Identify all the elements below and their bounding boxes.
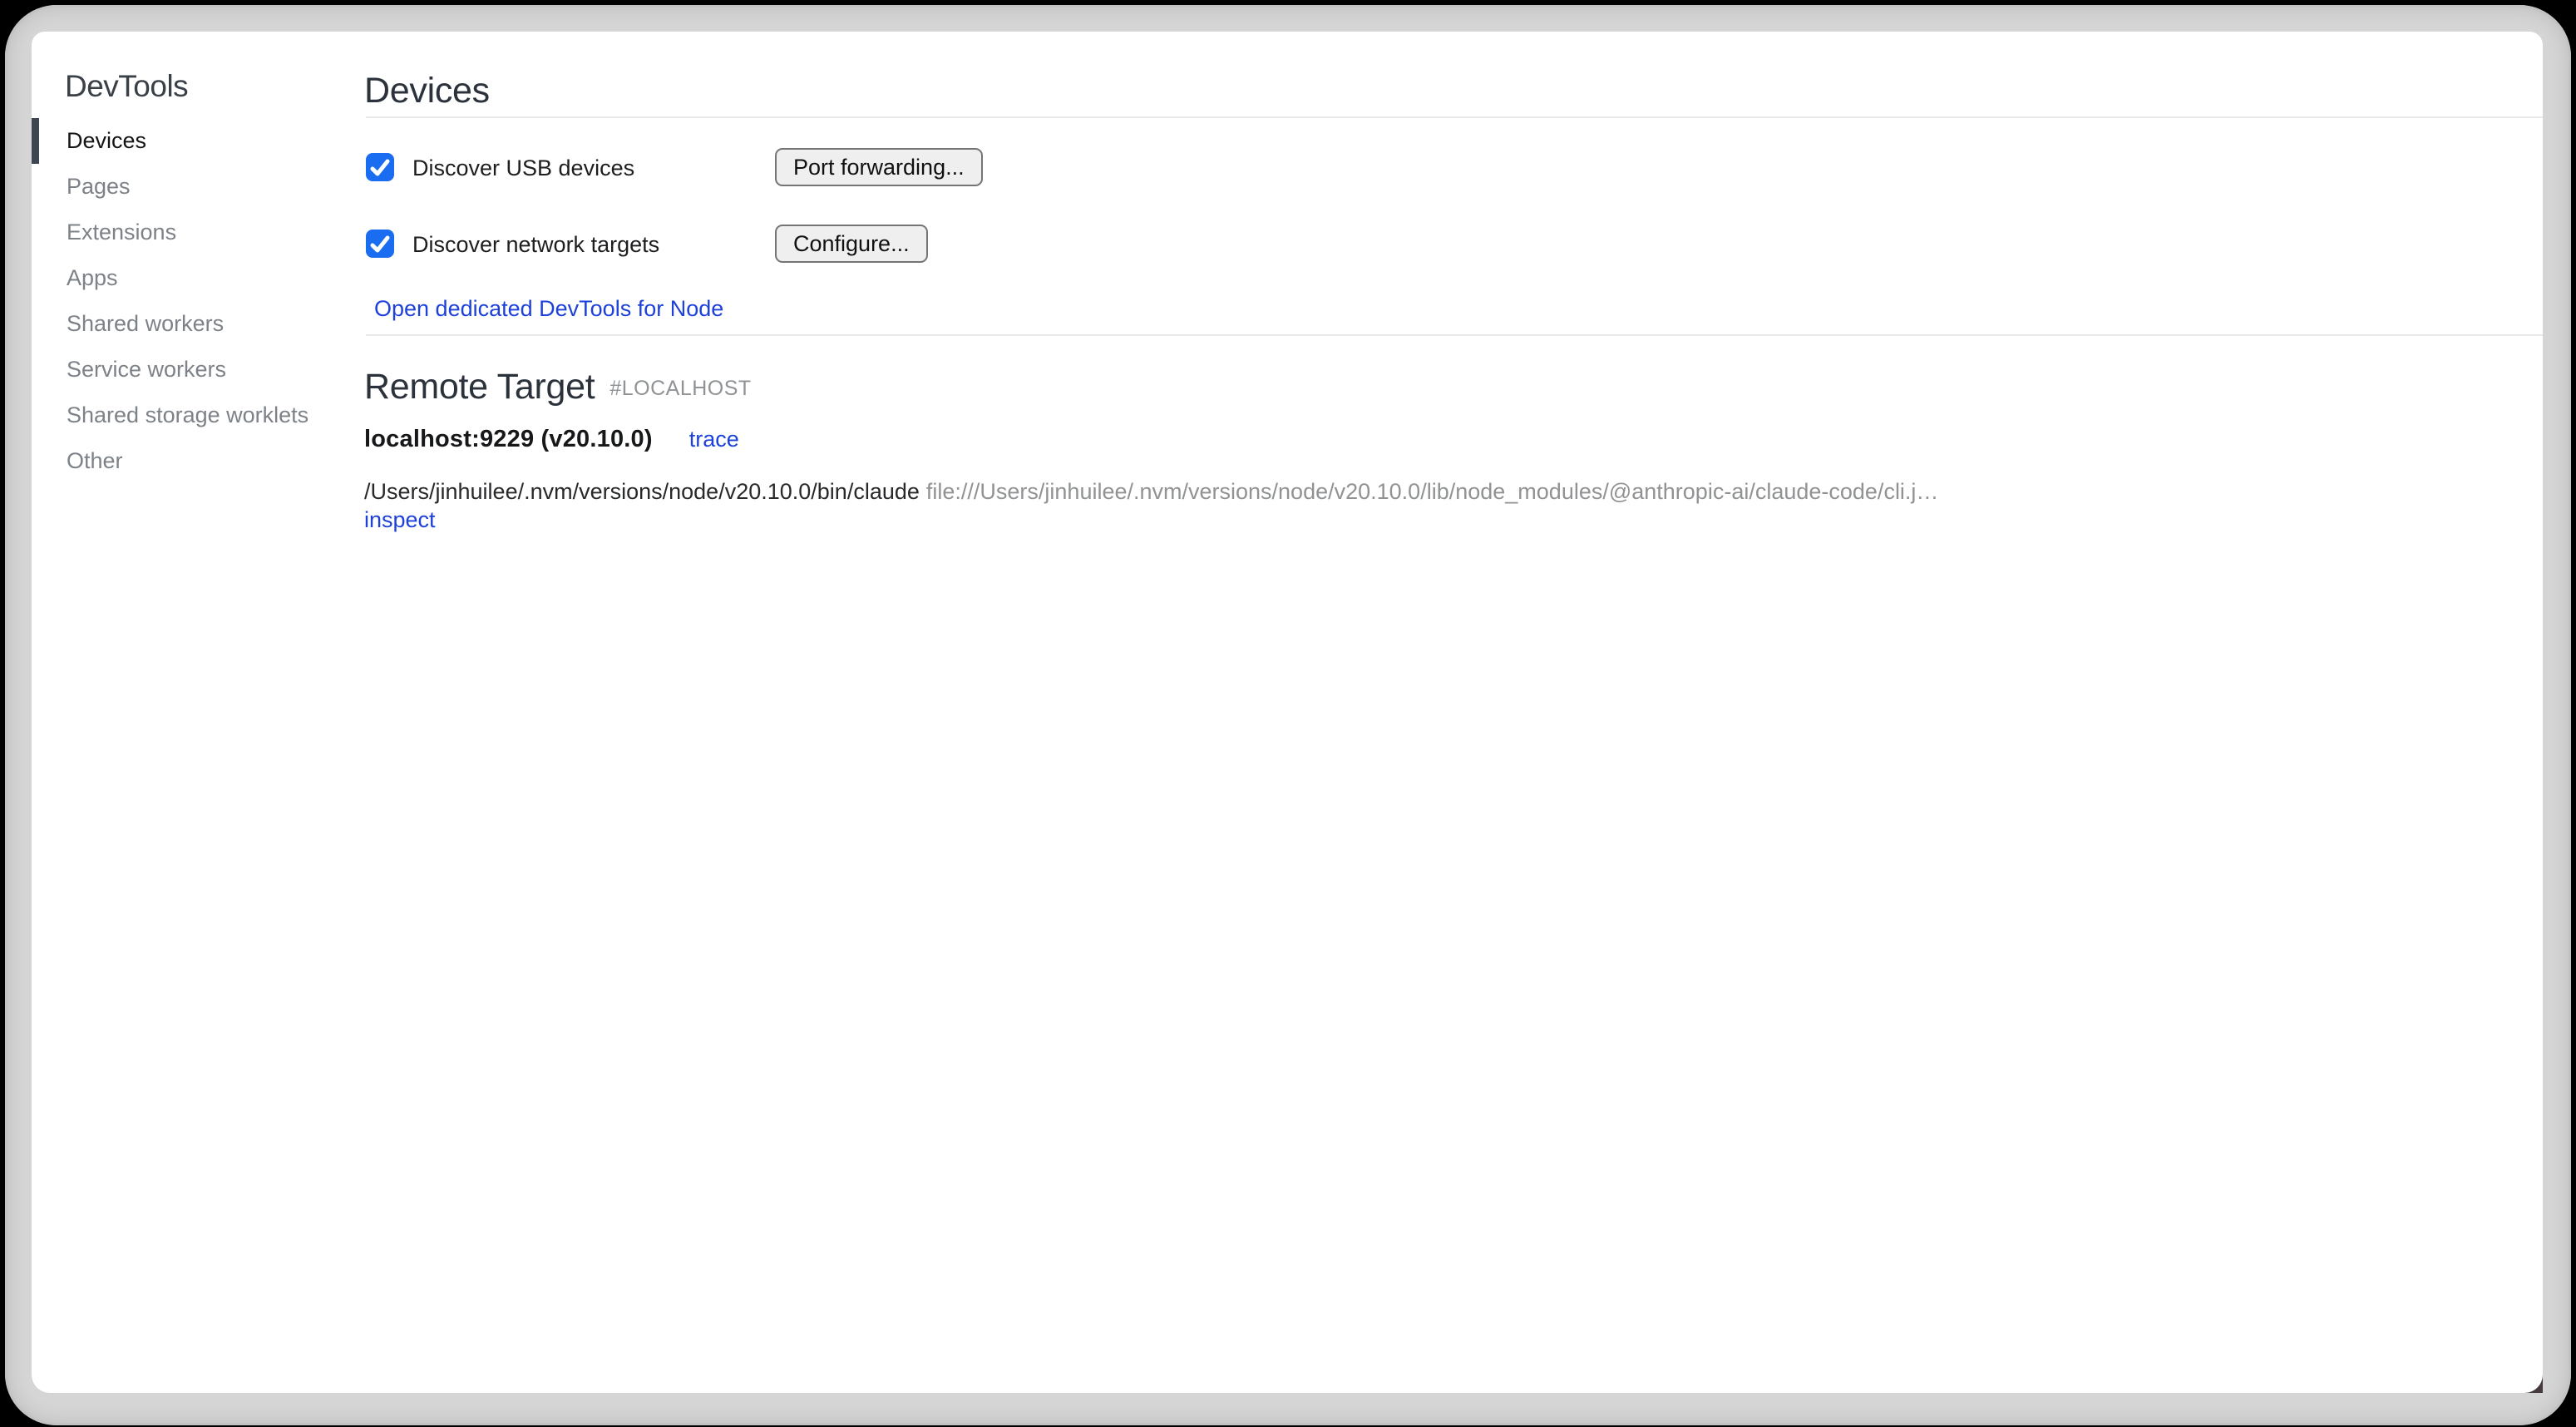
sidebar-item-pages[interactable]: Pages [32, 164, 364, 210]
page-title: Devices [364, 68, 490, 113]
port-forwarding-button[interactable]: Port forwarding... [775, 148, 983, 186]
discover-usb-label: Discover USB devices [412, 156, 634, 181]
target-url: file:///Users/jinhuilee/.nvm/versions/no… [926, 479, 1939, 504]
target-path-row: /Users/jinhuilee/.nvm/versions/node/v20.… [364, 479, 1938, 505]
target-path: /Users/jinhuilee/.nvm/versions/node/v20.… [364, 479, 920, 504]
configure-button[interactable]: Configure... [775, 225, 928, 263]
remote-target-heading: Remote Target #LOCALHOST [364, 364, 752, 414]
discover-usb-checkbox[interactable] [366, 153, 394, 181]
target-row: localhost:9229 (v20.10.0) trace [364, 426, 739, 453]
discover-network-label: Discover network targets [412, 232, 659, 258]
sidebar-nav: DevicesPagesExtensionsAppsShared workers… [32, 118, 364, 484]
inspect-link[interactable]: inspect [364, 507, 436, 533]
sidebar-item-shared-storage-worklets[interactable]: Shared storage worklets [32, 393, 364, 438]
divider [366, 334, 2543, 336]
sidebar-item-extensions[interactable]: Extensions [32, 210, 364, 255]
sidebar-item-other[interactable]: Other [32, 438, 364, 484]
target-name: localhost:9229 (v20.10.0) [364, 426, 653, 452]
sidebar-item-devices[interactable]: Devices [32, 118, 364, 164]
trace-link[interactable]: trace [689, 427, 739, 452]
app-title: DevTools [65, 68, 188, 105]
main-content: Devices Discover USB devices Port forwar… [364, 32, 2543, 1393]
sidebar-item-shared-workers[interactable]: Shared workers [32, 301, 364, 347]
checkmark-icon [369, 234, 391, 255]
sidebar-item-service-workers[interactable]: Service workers [32, 347, 364, 393]
checkmark-icon [369, 157, 391, 179]
open-node-devtools-link[interactable]: Open dedicated DevTools for Node [374, 296, 723, 322]
sidebar: DevTools DevicesPagesExtensionsAppsShare… [32, 32, 364, 1393]
discover-network-checkbox[interactable] [366, 230, 394, 258]
sidebar-item-apps[interactable]: Apps [32, 255, 364, 301]
localhost-badge: #LOCALHOST [609, 366, 751, 411]
remote-target-title: Remote Target [364, 367, 595, 407]
devtools-window: DevTools DevicesPagesExtensionsAppsShare… [32, 32, 2543, 1393]
divider [366, 116, 2543, 118]
